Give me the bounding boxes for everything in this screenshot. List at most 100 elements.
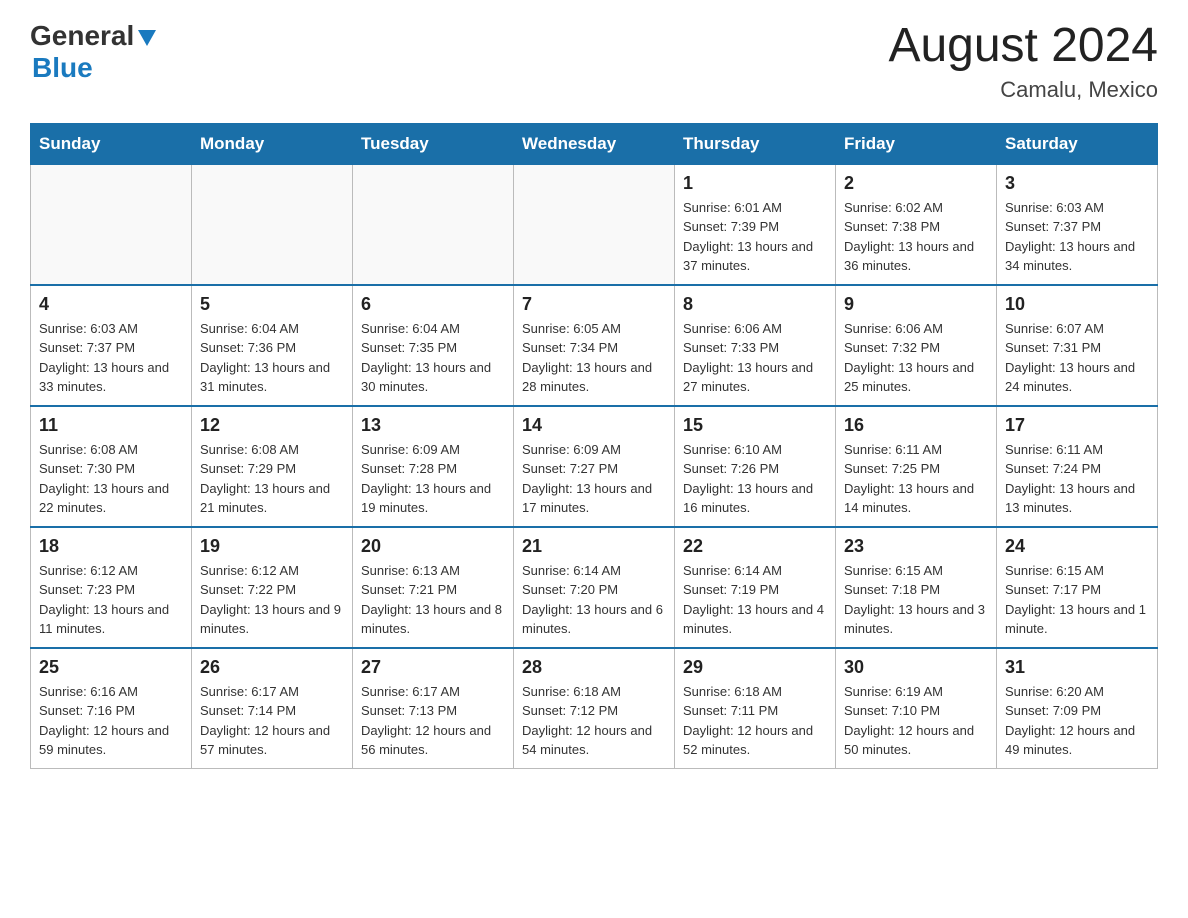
day-number: 26 xyxy=(200,657,344,678)
day-info: Sunrise: 6:13 AM Sunset: 7:21 PM Dayligh… xyxy=(361,561,505,639)
day-info: Sunrise: 6:09 AM Sunset: 7:27 PM Dayligh… xyxy=(522,440,666,518)
day-number: 31 xyxy=(1005,657,1149,678)
title-section: August 2024 Camalu, Mexico xyxy=(888,20,1158,103)
day-number: 17 xyxy=(1005,415,1149,436)
day-number: 1 xyxy=(683,173,827,194)
calendar-cell: 19 Sunrise: 6:12 AM Sunset: 7:22 PM Dayli… xyxy=(192,527,353,648)
calendar-week-row: 4Sunrise: 6:03 AM Sunset: 7:37 PM Daylig… xyxy=(31,285,1158,406)
logo-blue-text: Blue xyxy=(32,52,93,83)
day-number: 19 xyxy=(200,536,344,557)
calendar-week-row: 25Sunrise: 6:16 AM Sunset: 7:16 PM Dayli… xyxy=(31,648,1158,769)
day-number: 29 xyxy=(683,657,827,678)
weekday-header-thursday: Thursday xyxy=(675,123,836,164)
calendar-cell: 28 Sunrise: 6:18 AM Sunset: 7:12 PM Dayli… xyxy=(514,648,675,769)
calendar-cell: 24 Sunrise: 6:15 AM Sunset: 7:17 PM Dayli… xyxy=(997,527,1158,648)
calendar-cell: 26 Sunrise: 6:17 AM Sunset: 7:14 PM Dayli… xyxy=(192,648,353,769)
calendar-cell: 7 Sunrise: 6:05 AM Sunset: 7:34 PM Daylig… xyxy=(514,285,675,406)
calendar-cell: 8Sunrise: 6:06 AM Sunset: 7:33 PM Daylig… xyxy=(675,285,836,406)
calendar-cell: 16 Sunrise: 6:11 AM Sunset: 7:25 PM Dayli… xyxy=(836,406,997,527)
calendar-cell: 2 Sunrise: 6:02 AM Sunset: 7:38 PM Daylig… xyxy=(836,164,997,285)
day-info: Sunrise: 6:11 AM Sunset: 7:24 PM Dayligh… xyxy=(1005,440,1149,518)
day-number: 3 xyxy=(1005,173,1149,194)
month-title: August 2024 xyxy=(888,20,1158,73)
day-info: Sunrise: 6:19 AM Sunset: 7:10 PM Dayligh… xyxy=(844,682,988,760)
calendar-cell xyxy=(514,164,675,285)
calendar-cell: 13 Sunrise: 6:09 AM Sunset: 7:28 PM Dayli… xyxy=(353,406,514,527)
location-label: Camalu, Mexico xyxy=(888,77,1158,103)
day-info: Sunrise: 6:12 AM Sunset: 7:22 PM Dayligh… xyxy=(200,561,344,639)
calendar-cell: 5 Sunrise: 6:04 AM Sunset: 7:36 PM Daylig… xyxy=(192,285,353,406)
calendar-cell: 23 Sunrise: 6:15 AM Sunset: 7:18 PM Dayli… xyxy=(836,527,997,648)
day-number: 2 xyxy=(844,173,988,194)
calendar-cell xyxy=(31,164,192,285)
weekday-header-sunday: Sunday xyxy=(31,123,192,164)
day-info: Sunrise: 6:14 AM Sunset: 7:19 PM Dayligh… xyxy=(683,561,827,639)
day-info: Sunrise: 6:18 AM Sunset: 7:11 PM Dayligh… xyxy=(683,682,827,760)
calendar-cell: 9Sunrise: 6:06 AM Sunset: 7:32 PM Daylig… xyxy=(836,285,997,406)
calendar-cell xyxy=(192,164,353,285)
weekday-header-monday: Monday xyxy=(192,123,353,164)
calendar-cell: 15 Sunrise: 6:10 AM Sunset: 7:26 PM Dayli… xyxy=(675,406,836,527)
day-info: Sunrise: 6:20 AM Sunset: 7:09 PM Dayligh… xyxy=(1005,682,1149,760)
day-number: 24 xyxy=(1005,536,1149,557)
calendar-week-row: 18 Sunrise: 6:12 AM Sunset: 7:23 PM Dayli… xyxy=(31,527,1158,648)
calendar-cell: 29 Sunrise: 6:18 AM Sunset: 7:11 PM Dayli… xyxy=(675,648,836,769)
calendar-cell: 1 Sunrise: 6:01 AM Sunset: 7:39 PM Daylig… xyxy=(675,164,836,285)
day-info: Sunrise: 6:14 AM Sunset: 7:20 PM Dayligh… xyxy=(522,561,666,639)
day-number: 15 xyxy=(683,415,827,436)
day-info: Sunrise: 6:06 AM Sunset: 7:33 PM Dayligh… xyxy=(683,319,827,397)
day-info: Sunrise: 6:04 AM Sunset: 7:36 PM Dayligh… xyxy=(200,319,344,397)
calendar-header-row: SundayMondayTuesdayWednesdayThursdayFrid… xyxy=(31,123,1158,164)
calendar-cell: 10Sunrise: 6:07 AM Sunset: 7:31 PM Dayli… xyxy=(997,285,1158,406)
day-number: 23 xyxy=(844,536,988,557)
day-number: 6 xyxy=(361,294,505,315)
day-info: Sunrise: 6:08 AM Sunset: 7:30 PM Dayligh… xyxy=(39,440,183,518)
day-number: 9 xyxy=(844,294,988,315)
day-number: 7 xyxy=(522,294,666,315)
calendar-cell: 30Sunrise: 6:19 AM Sunset: 7:10 PM Dayli… xyxy=(836,648,997,769)
day-info: Sunrise: 6:15 AM Sunset: 7:17 PM Dayligh… xyxy=(1005,561,1149,639)
calendar-cell: 3 Sunrise: 6:03 AM Sunset: 7:37 PM Daylig… xyxy=(997,164,1158,285)
day-number: 27 xyxy=(361,657,505,678)
day-number: 14 xyxy=(522,415,666,436)
day-info: Sunrise: 6:03 AM Sunset: 7:37 PM Dayligh… xyxy=(39,319,183,397)
day-info: Sunrise: 6:18 AM Sunset: 7:12 PM Dayligh… xyxy=(522,682,666,760)
day-info: Sunrise: 6:15 AM Sunset: 7:18 PM Dayligh… xyxy=(844,561,988,639)
page-header: General Blue August 2024 Camalu, Mexico xyxy=(30,20,1158,103)
day-number: 28 xyxy=(522,657,666,678)
day-number: 22 xyxy=(683,536,827,557)
day-number: 11 xyxy=(39,415,183,436)
day-number: 18 xyxy=(39,536,183,557)
day-info: Sunrise: 6:03 AM Sunset: 7:37 PM Dayligh… xyxy=(1005,198,1149,276)
weekday-header-tuesday: Tuesday xyxy=(353,123,514,164)
day-info: Sunrise: 6:04 AM Sunset: 7:35 PM Dayligh… xyxy=(361,319,505,397)
logo-general-text: General xyxy=(30,20,134,52)
calendar-cell: 4Sunrise: 6:03 AM Sunset: 7:37 PM Daylig… xyxy=(31,285,192,406)
day-info: Sunrise: 6:08 AM Sunset: 7:29 PM Dayligh… xyxy=(200,440,344,518)
day-number: 13 xyxy=(361,415,505,436)
calendar-cell: 17 Sunrise: 6:11 AM Sunset: 7:24 PM Dayli… xyxy=(997,406,1158,527)
calendar-cell: 6 Sunrise: 6:04 AM Sunset: 7:35 PM Daylig… xyxy=(353,285,514,406)
calendar-cell: 20Sunrise: 6:13 AM Sunset: 7:21 PM Dayli… xyxy=(353,527,514,648)
day-info: Sunrise: 6:16 AM Sunset: 7:16 PM Dayligh… xyxy=(39,682,183,760)
day-info: Sunrise: 6:02 AM Sunset: 7:38 PM Dayligh… xyxy=(844,198,988,276)
day-info: Sunrise: 6:11 AM Sunset: 7:25 PM Dayligh… xyxy=(844,440,988,518)
day-number: 5 xyxy=(200,294,344,315)
day-info: Sunrise: 6:10 AM Sunset: 7:26 PM Dayligh… xyxy=(683,440,827,518)
logo-triangle-icon xyxy=(136,26,158,48)
weekday-header-friday: Friday xyxy=(836,123,997,164)
day-info: Sunrise: 6:17 AM Sunset: 7:14 PM Dayligh… xyxy=(200,682,344,760)
calendar-week-row: 1 Sunrise: 6:01 AM Sunset: 7:39 PM Daylig… xyxy=(31,164,1158,285)
day-number: 12 xyxy=(200,415,344,436)
day-info: Sunrise: 6:12 AM Sunset: 7:23 PM Dayligh… xyxy=(39,561,183,639)
weekday-header-wednesday: Wednesday xyxy=(514,123,675,164)
calendar-cell: 21 Sunrise: 6:14 AM Sunset: 7:20 PM Dayli… xyxy=(514,527,675,648)
day-info: Sunrise: 6:05 AM Sunset: 7:34 PM Dayligh… xyxy=(522,319,666,397)
day-number: 16 xyxy=(844,415,988,436)
calendar-cell: 31 Sunrise: 6:20 AM Sunset: 7:09 PM Dayli… xyxy=(997,648,1158,769)
calendar-cell: 27Sunrise: 6:17 AM Sunset: 7:13 PM Dayli… xyxy=(353,648,514,769)
day-number: 21 xyxy=(522,536,666,557)
day-info: Sunrise: 6:01 AM Sunset: 7:39 PM Dayligh… xyxy=(683,198,827,276)
day-info: Sunrise: 6:09 AM Sunset: 7:28 PM Dayligh… xyxy=(361,440,505,518)
calendar-cell: 18 Sunrise: 6:12 AM Sunset: 7:23 PM Dayli… xyxy=(31,527,192,648)
